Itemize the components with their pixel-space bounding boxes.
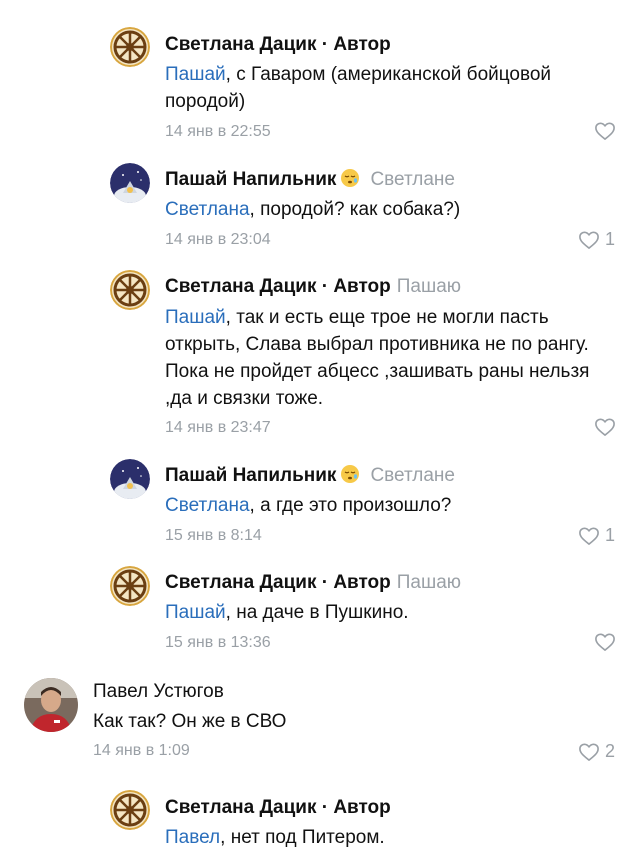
mention-link[interactable]: Пашай <box>165 307 226 328</box>
avatar[interactable] <box>110 270 150 310</box>
comment-timestamp[interactable]: 15 янв в 8:14 <box>165 526 262 546</box>
heart-icon <box>594 121 616 141</box>
author-name[interactable]: Пашай Напильник <box>165 169 336 190</box>
comment-timestamp[interactable]: 15 янв в 13:36 <box>165 633 271 653</box>
comment-text: Пашай, так и есть еще трое не могли паст… <box>165 304 615 412</box>
like-button[interactable]: 1 <box>578 229 615 250</box>
avatar[interactable] <box>110 163 150 203</box>
author-name[interactable]: Светлана Дацик · Автор <box>165 572 391 593</box>
comment-body: , породой? как собака?) <box>249 199 461 220</box>
mention-link[interactable]: Светлана <box>165 199 250 220</box>
mention-link[interactable]: Павел <box>165 827 220 848</box>
mention-link[interactable]: Пашай <box>165 602 226 623</box>
comment-header: Светлана Дацик · Автор Пашаю <box>165 275 461 299</box>
heart-icon <box>594 417 616 437</box>
comment-text: Пашай, на даче в Пушкино. <box>165 599 625 626</box>
comment-timestamp[interactable]: 14 янв в 23:47 <box>165 418 271 438</box>
reply-to[interactable]: Светлане <box>370 169 455 190</box>
like-count: 1 <box>605 525 616 545</box>
heart-icon <box>578 742 600 762</box>
reply-to[interactable]: Светлане <box>370 465 455 486</box>
comment-text: Светлана, а где это произошло? <box>165 492 625 519</box>
author-name[interactable]: Светлана Дацик · Автор <box>165 797 391 818</box>
author-name[interactable]: Пашай Напильник <box>165 465 336 486</box>
avatar[interactable] <box>110 459 150 499</box>
like-button[interactable] <box>594 632 616 652</box>
like-count: 2 <box>605 741 616 761</box>
comment-text: Пашай, с Гаваром (американской бойцовой … <box>165 61 625 115</box>
avatar[interactable] <box>110 566 150 606</box>
heart-icon <box>578 526 600 546</box>
comment-text: Светлана, породой? как собака?) <box>165 196 625 223</box>
comment-timestamp[interactable]: 14 янв в 23:04 <box>165 230 271 250</box>
like-button[interactable] <box>594 417 616 437</box>
comment-body: , нет под Питером. <box>220 827 385 848</box>
comment-body: Как так? Он же в СВО <box>93 711 287 732</box>
like-button[interactable]: 1 <box>578 525 615 546</box>
reply-to[interactable]: Пашаю <box>397 276 461 297</box>
heart-icon <box>594 632 616 652</box>
mention-link[interactable]: Светлана <box>165 495 250 516</box>
sleepy-face-emoji-icon <box>340 464 360 484</box>
comment-timestamp[interactable]: 14 янв в 22:55 <box>165 122 271 142</box>
comment-body: , а где это произошло? <box>249 495 452 516</box>
like-button[interactable] <box>594 121 616 141</box>
comment-header: Пашай Напильник Светлане <box>165 464 455 488</box>
comment-text: Как так? Он же в СВО <box>93 708 593 735</box>
heart-icon <box>578 230 600 250</box>
comment-header: Светлана Дацик · Автор <box>165 33 391 57</box>
avatar[interactable] <box>24 678 78 732</box>
comment-header: Светлана Дацик · Автор <box>165 796 391 820</box>
comment-body: , так и есть еще трое не могли пасть отк… <box>165 307 590 409</box>
avatar[interactable] <box>110 790 150 830</box>
comment-header: Светлана Дацик · Автор Пашаю <box>165 571 461 595</box>
comment-header: Пашай Напильник Светлане <box>165 168 455 192</box>
sleepy-face-emoji-icon <box>340 168 360 188</box>
comment-body: , на даче в Пушкино. <box>225 602 409 623</box>
author-name[interactable]: Светлана Дацик · Автор <box>165 276 391 297</box>
comment-header: Павел Устюгов <box>93 680 224 704</box>
comment-text: Павел, нет под Питером. <box>165 824 625 851</box>
comment-timestamp[interactable]: 14 янв в 1:09 <box>93 741 190 761</box>
author-name[interactable]: Светлана Дацик · Автор <box>165 34 391 55</box>
mention-link[interactable]: Пашай <box>165 64 226 85</box>
author-name[interactable]: Павел Устюгов <box>93 681 224 702</box>
like-count: 1 <box>605 229 616 249</box>
reply-to[interactable]: Пашаю <box>397 572 461 593</box>
like-button[interactable]: 2 <box>578 741 615 762</box>
avatar[interactable] <box>110 27 150 67</box>
